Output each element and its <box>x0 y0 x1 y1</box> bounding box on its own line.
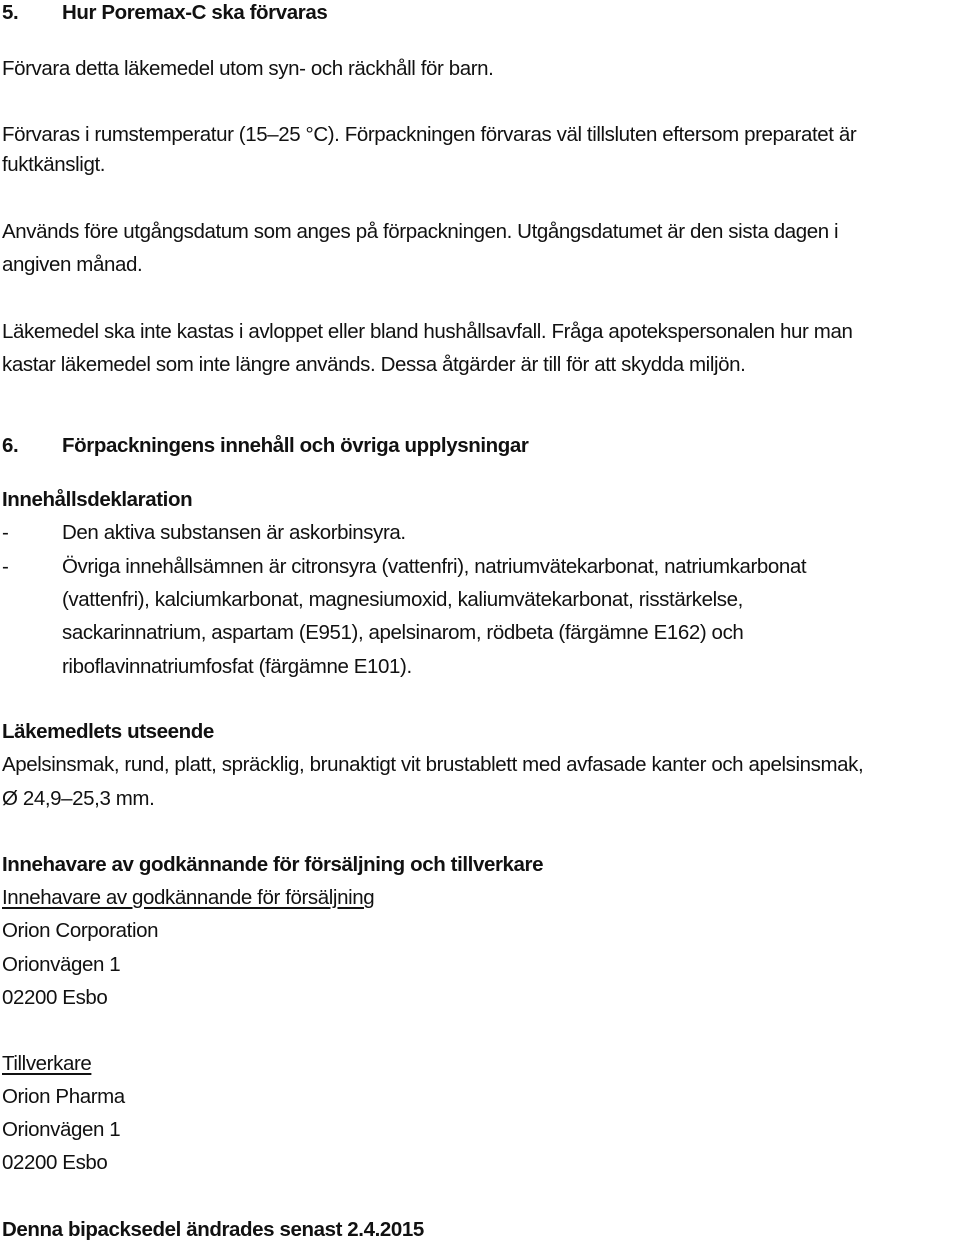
declaration-heading: Innehållsdeklaration <box>2 488 193 511</box>
expiry-line-2: angiven månad. <box>2 253 143 276</box>
manufacturer-company: Orion Pharma <box>2 1085 125 1108</box>
excipients-line-2: (vattenfri), kalciumkarbonat, magnesiumo… <box>62 588 743 611</box>
manufacturer-label: Tillverkare <box>2 1052 92 1075</box>
section-6-heading: 6. Förpackningens innehåll och övriga upp… <box>2 434 529 458</box>
bullet-dash: - <box>2 555 9 578</box>
section-5-heading: 5. Hur Poremax-C ska förvaras <box>2 1 328 25</box>
section-6-number: 6. <box>2 434 19 457</box>
holder-heading: Innehavare av godkännande för försäljnin… <box>2 853 544 876</box>
excipients-line-4: riboflavinnatriumfosfat (färgämne E101). <box>62 655 412 678</box>
expiry-line-1: Används före utgångsdatum som anges på f… <box>2 220 839 243</box>
appearance-line-1: Apelsinsmak, rund, platt, spräcklig, bru… <box>2 753 864 776</box>
bullet-dash: - <box>2 521 9 544</box>
storage-temperature-line-1: Förvaras i rumstemperatur (15–25 °C). Fö… <box>2 123 857 146</box>
manufacturer-street: Orionvägen 1 <box>2 1118 121 1141</box>
storage-children-paragraph: Förvara detta läkemedel utom syn- och rä… <box>2 57 494 80</box>
mah-city: 02200 Esbo <box>2 986 108 1009</box>
disposal-line-1: Läkemedel ska inte kastas i avloppet ell… <box>2 320 853 343</box>
excipients-line-1: Övriga innehållsämnen är citronsyra (vat… <box>62 555 807 578</box>
section-5-number: 5. <box>2 1 19 24</box>
storage-temperature-line-2: fuktkänsligt. <box>2 153 106 176</box>
mah-company: Orion Corporation <box>2 919 159 942</box>
section-6-title: Förpackningens innehåll och övriga upply… <box>62 434 529 457</box>
appearance-heading: Läkemedlets utseende <box>2 720 214 743</box>
mah-label: Innehavare av godkännande för försäljnin… <box>2 886 375 909</box>
section-5-title: Hur Poremax-C ska förvaras <box>62 1 328 24</box>
revision-date: Denna bipacksedel ändrades senast 2.4.20… <box>2 1218 424 1241</box>
active-substance-text: Den aktiva substansen är askorbinsyra. <box>62 521 406 544</box>
excipients-line-3: sackarinnatrium, aspartam (E951), apelsi… <box>62 621 744 644</box>
mah-street: Orionvägen 1 <box>2 953 121 976</box>
appearance-line-2: Ø 24,9–25,3 mm. <box>2 787 155 810</box>
manufacturer-city: 02200 Esbo <box>2 1151 108 1174</box>
disposal-line-2: kastar läkemedel som inte längre används… <box>2 353 746 376</box>
